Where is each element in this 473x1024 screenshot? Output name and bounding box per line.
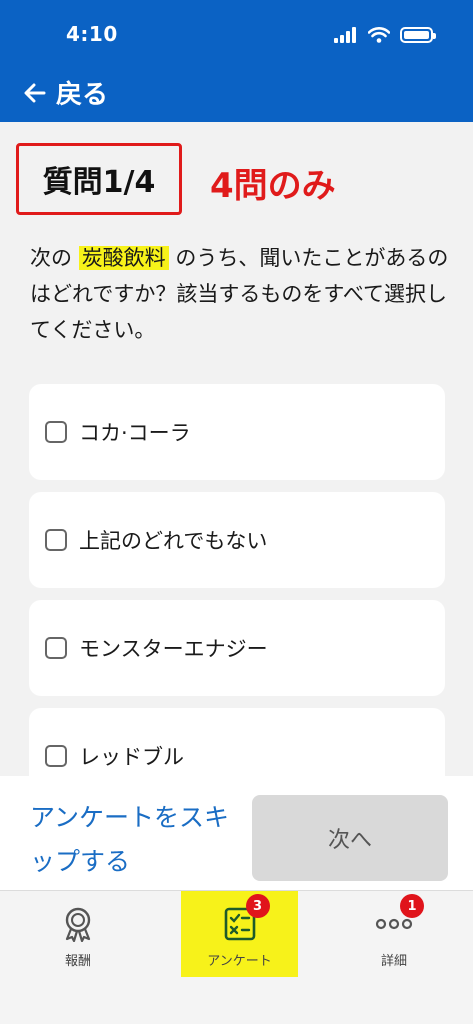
- checkbox[interactable]: [45, 421, 67, 443]
- tab-bar: 報酬 3 アンケート 1 詳細: [0, 890, 473, 1024]
- option-monster-energy[interactable]: モンスターエナジー: [29, 600, 445, 696]
- option-none-of-above[interactable]: 上記のどれでもない: [29, 492, 445, 588]
- question-text: 次の 炭酸飲料 のうち、聞いたことがあるのはどれですか？該当するものをすべて選択…: [30, 240, 450, 348]
- back-button[interactable]: 戻る: [24, 74, 108, 111]
- back-label: 戻る: [56, 80, 109, 110]
- tab-rewards[interactable]: 報酬: [19, 891, 137, 977]
- question-number-box: 質問1/4: [16, 143, 182, 215]
- app-header: 4:10 戻る: [0, 0, 473, 122]
- battery-icon: [400, 27, 436, 43]
- tab-details[interactable]: 1 詳細: [335, 891, 453, 977]
- question-number: 質問1/4: [42, 165, 156, 200]
- tab-label: 詳細: [380, 954, 407, 969]
- checkbox[interactable]: [45, 745, 67, 767]
- skip-survey-link[interactable]: アンケートをスキップする: [30, 796, 240, 884]
- wifi-icon: [368, 27, 390, 43]
- survey-icon: 3: [220, 894, 270, 944]
- survey-badge: 3: [245, 894, 270, 918]
- checkbox[interactable]: [45, 529, 67, 551]
- next-button[interactable]: 次へ: [252, 795, 448, 881]
- signal-icon: [334, 27, 356, 43]
- details-badge: 1: [400, 894, 424, 918]
- option-label: モンスターエナジー: [79, 637, 268, 661]
- tab-survey[interactable]: 3 アンケート: [181, 891, 298, 977]
- status-icons: [334, 27, 436, 43]
- option-label: レッドブル: [79, 745, 184, 769]
- option-label: 上記のどれでもない: [79, 529, 268, 553]
- tab-label: 報酬: [64, 954, 91, 969]
- question-highlight: 炭酸飲料: [78, 246, 169, 270]
- status-time: 4:10: [66, 22, 118, 46]
- annotation-text: 4問のみ: [210, 166, 336, 206]
- more-icon: 1: [374, 894, 424, 944]
- question-text-before: 次の: [30, 246, 72, 270]
- medal-icon: [58, 904, 98, 944]
- action-bar: アンケートをスキップする 次へ: [0, 776, 473, 890]
- option-coca-cola[interactable]: コカ·コーラ: [29, 384, 445, 480]
- arrow-left-icon: [24, 83, 46, 102]
- checkbox[interactable]: [45, 637, 67, 659]
- tab-label: アンケート: [207, 954, 272, 969]
- option-label: コカ·コーラ: [79, 421, 191, 445]
